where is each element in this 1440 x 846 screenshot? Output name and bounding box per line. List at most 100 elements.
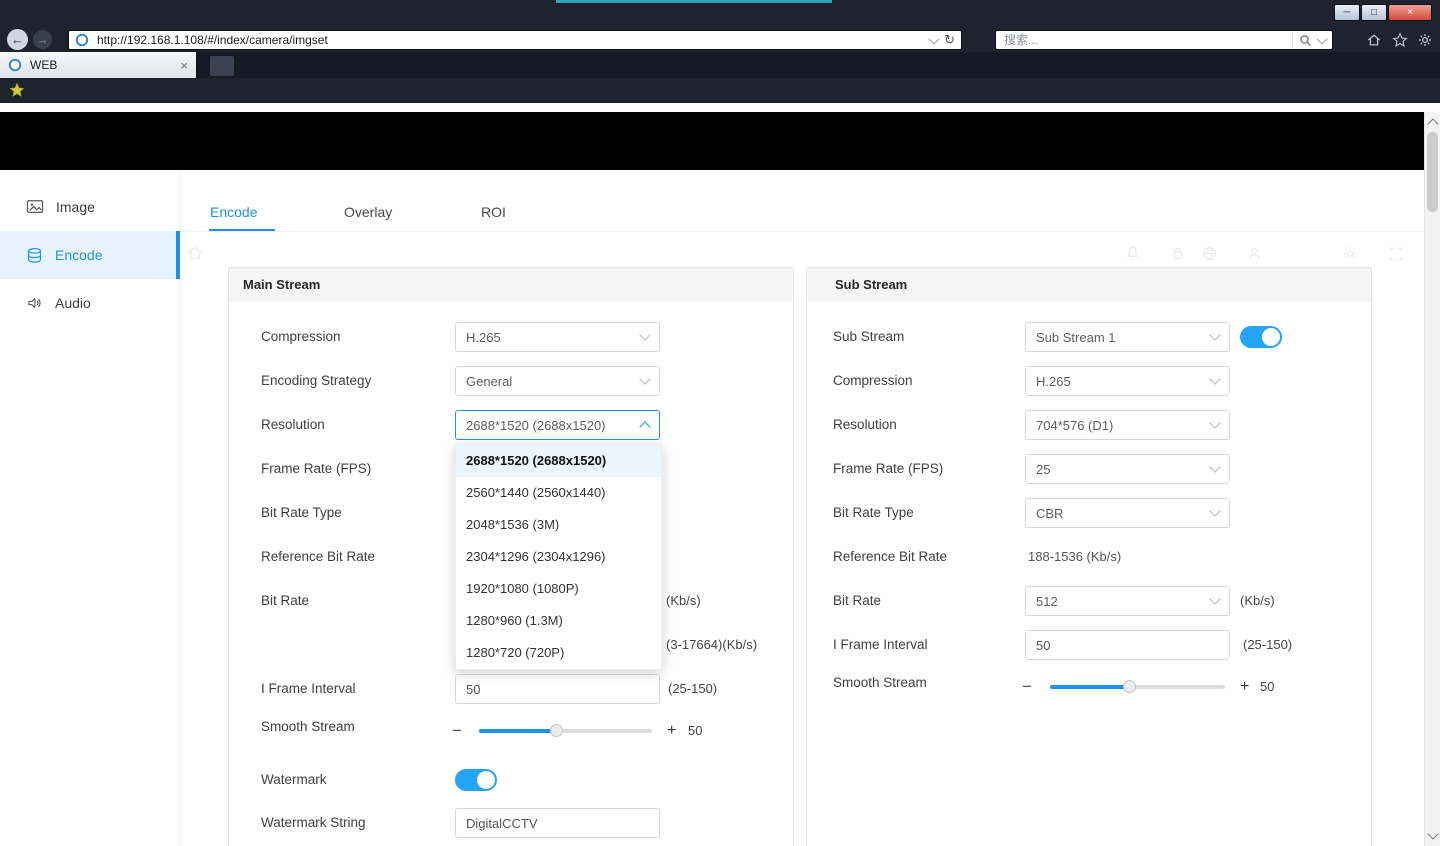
compression-select[interactable]: H.265 [455,322,660,352]
scroll-down-icon[interactable] [1427,828,1438,839]
browser-home-button[interactable] [1366,32,1382,53]
sidebar-item-audio[interactable]: Audio [0,279,180,327]
username-label[interactable]: admin [1268,246,1303,261]
favorites-star-icon [9,82,25,98]
chevron-down-icon [1209,417,1220,428]
tab-roi[interactable]: ROI [481,204,506,220]
bag-icon [1170,245,1186,262]
sidebar: Image Encode Audio [0,170,180,846]
tab-overlay[interactable]: Overlay [344,204,392,220]
sub-stream-select[interactable]: Sub Stream 1 [1025,322,1230,352]
label-bit-rate-type: Bit Rate Type [833,498,914,528]
watermark-string-input[interactable] [455,808,660,838]
nav-item-ai[interactable]: AI [258,246,271,262]
label-compression: Compression [833,366,913,396]
resolution-option[interactable]: 1280*720 (720P) [456,637,661,669]
label-sub-stream: Sub Stream [833,322,904,352]
toggle-knob [477,771,495,789]
add-favorite-button[interactable] [9,82,25,103]
url-input[interactable] [95,32,924,48]
tab-close-icon[interactable]: × [180,58,188,73]
sub-compression-select[interactable]: H.265 [1025,366,1230,396]
sub-smooth-stream-value: 50 [1260,672,1274,702]
sub-bit-rate-unit: (Kb/s) [1240,586,1275,616]
sidebar-item-encode[interactable]: Encode [0,231,180,279]
label-reference-bit-rate: Reference Bit Rate [261,542,375,572]
expand-icon [1388,246,1404,262]
nav-item-camera[interactable]: Camera [328,246,378,262]
user-icon [1247,246,1262,261]
browser-favorites-button[interactable] [1392,32,1408,53]
i-frame-interval-input[interactable] [455,674,660,704]
sub-bit-rate-select[interactable]: 512 [1025,586,1230,616]
browser-forward-button[interactable]: → [33,30,52,49]
watermark-toggle[interactable] [455,769,497,791]
sub-smooth-stream-plus-button[interactable]: + [1240,672,1249,702]
fullscreen-button[interactable] [1388,246,1404,267]
encoding-strategy-select[interactable]: General [455,366,660,396]
tab-title: WEB [30,58,172,72]
label-watermark-string: Watermark String [261,808,366,838]
smooth-stream-slider-thumb[interactable] [550,724,563,737]
store-button[interactable] [1170,245,1186,267]
resolution-option[interactable]: 1920*1080 (1080P) [456,573,661,605]
label-bit-rate-type: Bit Rate Type [261,498,342,528]
resolution-select[interactable]: 2688*1520 (2688x1520) [455,410,660,440]
sub-frame-rate-select[interactable]: 25 [1025,454,1230,484]
sub-bit-rate-type-select[interactable]: CBR [1025,498,1230,528]
maximize-icon: □ [1371,7,1377,18]
scrollbar-thumb[interactable] [1427,132,1438,212]
home-icon [1366,32,1382,48]
search-icon[interactable] [1299,34,1312,47]
sub-smooth-stream-slider-thumb[interactable] [1123,680,1136,693]
label-compression: Compression [261,322,341,352]
label-encoding-strategy: Encoding Strategy [261,366,371,396]
new-tab-button[interactable] [210,56,234,76]
resolution-option[interactable]: 2688*1520 (2688x1520) [456,445,661,477]
resolution-option[interactable]: 1280*960 (1.3M) [456,605,661,637]
account-button[interactable] [1247,246,1262,266]
window-close-button[interactable]: × [1388,4,1432,21]
window-maximize-button[interactable]: □ [1361,4,1387,21]
sidebar-item-image[interactable]: Image [0,183,180,231]
resolution-option[interactable]: 2048*1536 (3M) [456,509,661,541]
tab-favicon [8,58,22,72]
image-icon [26,199,44,215]
sub-stream-enable-toggle[interactable] [1240,326,1282,348]
scroll-up-icon[interactable] [1427,118,1438,129]
label-resolution: Resolution [261,410,325,440]
chevron-down-icon [639,373,650,384]
chrome-content-gap [0,103,1440,112]
nav-home-button[interactable] [186,244,204,267]
url-field[interactable]: ↻ [68,30,962,50]
sub-smooth-stream-minus-button[interactable]: − [1022,672,1032,702]
smooth-stream-plus-button[interactable]: + [667,716,676,746]
settings-button[interactable] [1342,245,1359,267]
page-scrollbar[interactable] [1424,112,1440,846]
sub-i-frame-interval-input[interactable] [1025,630,1230,660]
label-bit-rate: Bit Rate [833,586,881,616]
browser-back-button[interactable]: ← [7,29,28,50]
notifications-button[interactable] [1124,244,1141,267]
sub-resolution-select[interactable]: 704*576 (D1) [1025,410,1230,440]
page-icon [75,33,89,47]
globe-icon [1201,245,1218,262]
resolution-option[interactable]: 2304*1296 (2304x1296) [456,541,661,573]
browser-tools-button[interactable] [1417,32,1433,53]
browser-titlebar: ─ □ × [0,0,1440,28]
resolution-option[interactable]: 2560*1440 (2560x1440) [456,477,661,509]
search-input[interactable] [1002,32,1286,48]
sub-stream-panel-header: Sub Stream [807,268,1371,301]
browser-tab-web[interactable]: WEB × [0,52,197,78]
tab-encode[interactable]: Encode [210,204,257,220]
label-i-frame-interval: I Frame Interval [261,674,356,704]
label-resolution: Resolution [833,410,897,440]
browser-address-bar: ← → ↻ [0,28,1440,52]
smooth-stream-minus-button[interactable]: − [452,716,462,746]
search-box[interactable] [995,30,1333,50]
refresh-icon[interactable]: ↻ [944,32,955,48]
window-minimize-button[interactable]: ─ [1334,4,1360,21]
search-dropdown-icon[interactable] [1316,33,1327,44]
address-dropdown-icon[interactable] [928,33,939,44]
language-button[interactable] [1201,245,1218,267]
